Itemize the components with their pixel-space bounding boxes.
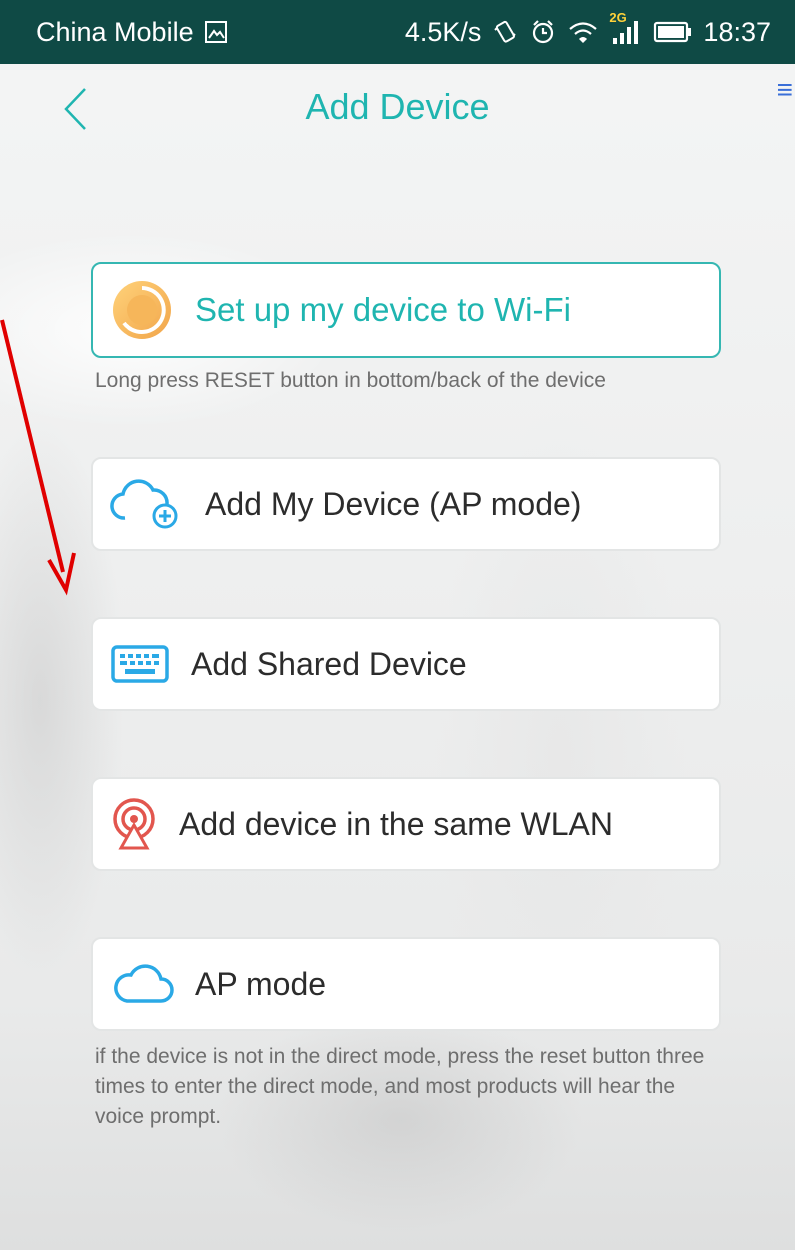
add-my-device-ap-button[interactable]: Add My Device (AP mode) <box>91 457 721 551</box>
status-bar: China Mobile 4.5K/s 2G 18:37 <box>0 0 795 64</box>
cloud-icon <box>111 961 175 1007</box>
status-bar-right: 4.5K/s 2G 18:37 <box>404 10 771 48</box>
keyboard-icon <box>111 644 169 684</box>
option-label: Set up my device to Wi-Fi <box>195 291 571 328</box>
option-label: Add device in the same WLAN <box>179 805 613 842</box>
menu-edge-icon: ≡ <box>776 74 793 105</box>
status-bar-left: China Mobile <box>36 17 228 48</box>
add-shared-device-button[interactable]: Add Shared Device <box>91 617 721 711</box>
network-type-label: 2G <box>609 10 627 25</box>
add-device-same-wlan-button[interactable]: Add device in the same WLAN <box>91 777 721 871</box>
wifi-setup-icon <box>111 279 173 341</box>
signal-icon: 2G <box>609 10 643 46</box>
option-label: AP mode <box>195 965 327 1002</box>
wifi-icon <box>567 18 599 46</box>
cloud-add-icon <box>109 476 185 532</box>
ap-mode-button[interactable]: AP mode <box>91 937 721 1031</box>
alarm-icon <box>529 18 557 46</box>
network-speed: 4.5K/s <box>404 16 482 47</box>
nav-header: Add Device <box>0 64 795 154</box>
vibrate-icon <box>491 18 519 46</box>
page-title: Add Device <box>305 86 490 127</box>
carrier-name: China Mobile <box>36 16 194 47</box>
direct-mode-hint: if the device is not in the direct mode,… <box>95 1045 705 1128</box>
screenshot-notification-icon <box>204 20 228 44</box>
broadcast-icon <box>109 797 159 851</box>
setup-wifi-button[interactable]: Set up my device to Wi-Fi <box>91 262 721 358</box>
clock-time: 18:37 <box>703 16 771 47</box>
option-label: Add My Device (AP mode) <box>205 485 582 522</box>
reset-hint: Long press RESET button in bottom/back o… <box>95 369 606 392</box>
battery-icon <box>653 20 693 44</box>
option-label: Add Shared Device <box>191 645 467 682</box>
